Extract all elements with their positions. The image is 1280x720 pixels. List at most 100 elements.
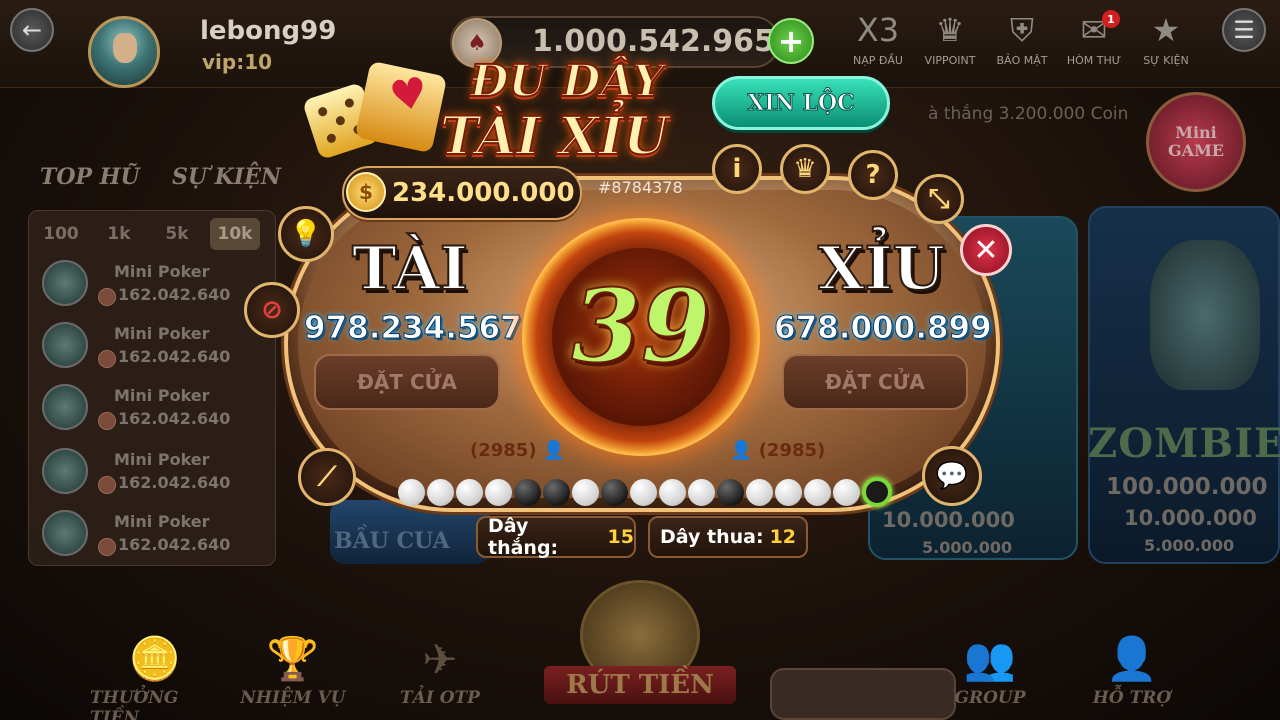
jackpot-amount: 162.042.640 [118, 285, 231, 304]
no-bet-toggle[interactable]: ⊘ [244, 282, 300, 338]
result-history[interactable] [398, 476, 898, 508]
filter-5k[interactable]: 5k [152, 218, 202, 250]
info-icon: i [732, 154, 742, 184]
shield-icon: ⛨ [1009, 10, 1034, 49]
coin-icon [98, 476, 116, 494]
coin-icon [98, 538, 116, 556]
history-ball-xiu [601, 478, 628, 506]
top-icon-label: NẠP ĐẦU [853, 54, 903, 67]
jackpot-row[interactable]: Mini Poker 162.042.640 [40, 508, 260, 564]
jackpot-row[interactable]: Mini Poker 162.042.640 [40, 446, 260, 502]
lose-streak-value: 12 [769, 526, 797, 548]
avatar [42, 322, 88, 368]
history-ball-tai [572, 478, 599, 506]
filter-100[interactable]: 100 [36, 218, 86, 250]
top-icon-button[interactable]: X3 NẠP ĐẦU [842, 6, 914, 82]
lightbulb-icon: 💡 [289, 219, 323, 249]
jackpot-row[interactable]: Mini Poker 162.042.640 [40, 258, 260, 314]
plus-icon: + [777, 22, 805, 60]
nav-group[interactable]: 👥 GROUP [950, 620, 1030, 708]
leaderboard-button[interactable]: ♛ [780, 144, 830, 194]
tai-bet-button[interactable]: ĐẶT CỬA [314, 354, 500, 410]
star-icon: ★ [1151, 11, 1181, 49]
top-icon-label: HÒM THƯ [1066, 54, 1122, 67]
history-ball-tai [833, 478, 860, 506]
notification-badge: 1 [1102, 10, 1120, 28]
zombie-title: ZOMBIE [1088, 420, 1280, 467]
winner-notice: à thắng 3.200.000 Coin [928, 104, 1129, 124]
jackpot-amount: 162.042.640 [118, 409, 231, 428]
coin-icon: $ [346, 172, 386, 212]
lose-streak-label: Dây thua: [660, 526, 764, 548]
fish-jackpot-2: 10.000.000 [882, 508, 1015, 532]
close-button[interactable]: ✕ [960, 224, 1012, 276]
filter-1k[interactable]: 1k [94, 218, 144, 250]
history-ball-tai [630, 478, 657, 506]
tai-total-bet: 978.234.567 [304, 310, 523, 347]
bet-amount: 234.000.000 [392, 178, 575, 208]
help-button[interactable]: ? [848, 150, 898, 200]
tab-top-hu[interactable]: TOP HŨ [40, 164, 140, 190]
withdraw-button[interactable]: RÚT TIỀN [530, 570, 750, 720]
coin-icon [98, 412, 116, 430]
top-icon-bar: X3 NẠP ĐẦU ♛ VIPPOINT ⛨ BẢO MẬT ✉ HÒM THƯ 1 ★ SỰ K… [842, 6, 1214, 82]
history-ball-current [862, 477, 892, 507]
history-ball-xiu [543, 478, 570, 506]
win-streak-label: Dây thắng: [488, 515, 559, 559]
hint-button[interactable]: 💡 [278, 206, 334, 262]
tab-su-kien[interactable]: SỰ KIỆN [172, 164, 281, 190]
people-icon: 👥 [963, 634, 1017, 683]
jackpot-row[interactable]: Mini Poker 162.042.640 [40, 382, 260, 438]
trophy-icon: 🏆 [266, 634, 320, 683]
user-avatar[interactable] [88, 16, 160, 88]
history-ball-xiu [717, 478, 744, 506]
zombie-jackpot-3: 5.000.000 [1144, 536, 1235, 555]
top-icon-button[interactable]: ★ SỰ KIỆN [1130, 6, 1202, 82]
person-icon: 👤 [730, 440, 753, 461]
chat-button[interactable]: 💬 [922, 446, 982, 506]
session-id: #8784378 [598, 178, 683, 197]
mini-game-button[interactable]: Mini GAME [1146, 92, 1246, 192]
nav-thuong-tien[interactable]: 🪙 THƯỞNG TIỀN [90, 620, 220, 720]
withdraw-label: RÚT TIỀN [544, 666, 736, 704]
username: lebong99 [200, 16, 337, 46]
lose-streak: Dây thua: 12 [648, 516, 808, 558]
paper-plane-icon: ✈ [422, 635, 458, 684]
filter-10k[interactable]: 10k [210, 218, 260, 250]
history-ball-tai [485, 478, 512, 506]
nav-tai-otp[interactable]: ✈ TẢI OTP [392, 620, 488, 708]
xiu-bet-button[interactable]: ĐẶT CỬA [782, 354, 968, 410]
top-icon-label: VIPPOINT [924, 54, 976, 67]
avatar [42, 510, 88, 556]
top-icon-button[interactable]: ⛨ BẢO MẬT [986, 6, 1058, 82]
banner-title-line1: ĐU DÂY [469, 55, 665, 108]
info-button[interactable]: i [712, 144, 762, 194]
close-icon: ✕ [973, 232, 999, 268]
tai-player-count-text: (2985) [470, 440, 537, 461]
minimize-button[interactable]: ⤡ [914, 174, 964, 224]
nav-ho-tro[interactable]: 👤 HỖ TRỢ [1090, 620, 1174, 708]
dice-total: 39 [570, 266, 711, 386]
xiu-player-count: 👤 (2985) [730, 440, 825, 461]
nav-label: GROUP [954, 688, 1026, 708]
jackpot-amount: 162.042.640 [118, 473, 231, 492]
jackpot-game-name: Mini Poker [114, 450, 210, 469]
top-icon-button[interactable]: ♛ VIPPOINT [914, 6, 986, 82]
jackpot-tabs: TOP HŨ SỰ KIỆN [14, 150, 284, 200]
back-button[interactable]: ← [10, 8, 54, 52]
hamburger-icon: ☰ [1233, 16, 1255, 44]
xin-loc-button[interactable]: XIN LỘC [712, 76, 890, 130]
jackpot-row[interactable]: Mini Poker 162.042.640 [40, 320, 260, 376]
avatar [42, 448, 88, 494]
history-ball-tai [659, 478, 686, 506]
jackpot-game-name: Mini Poker [114, 324, 210, 343]
stats-button[interactable]: ⟋ [298, 448, 356, 506]
event-banner: ♥ ĐU DÂY TÀI XỈU [300, 50, 720, 180]
menu-button[interactable]: ☰ [1222, 8, 1266, 52]
top-icon-button[interactable]: ✉ HÒM THƯ 1 [1058, 6, 1130, 82]
coin-icon [98, 288, 116, 306]
avatar [42, 384, 88, 430]
chat-input[interactable] [770, 668, 956, 720]
nav-nhiem-vu[interactable]: 🏆 NHIỆM VỤ [240, 620, 346, 708]
deposit-button[interactable]: + [768, 18, 814, 64]
